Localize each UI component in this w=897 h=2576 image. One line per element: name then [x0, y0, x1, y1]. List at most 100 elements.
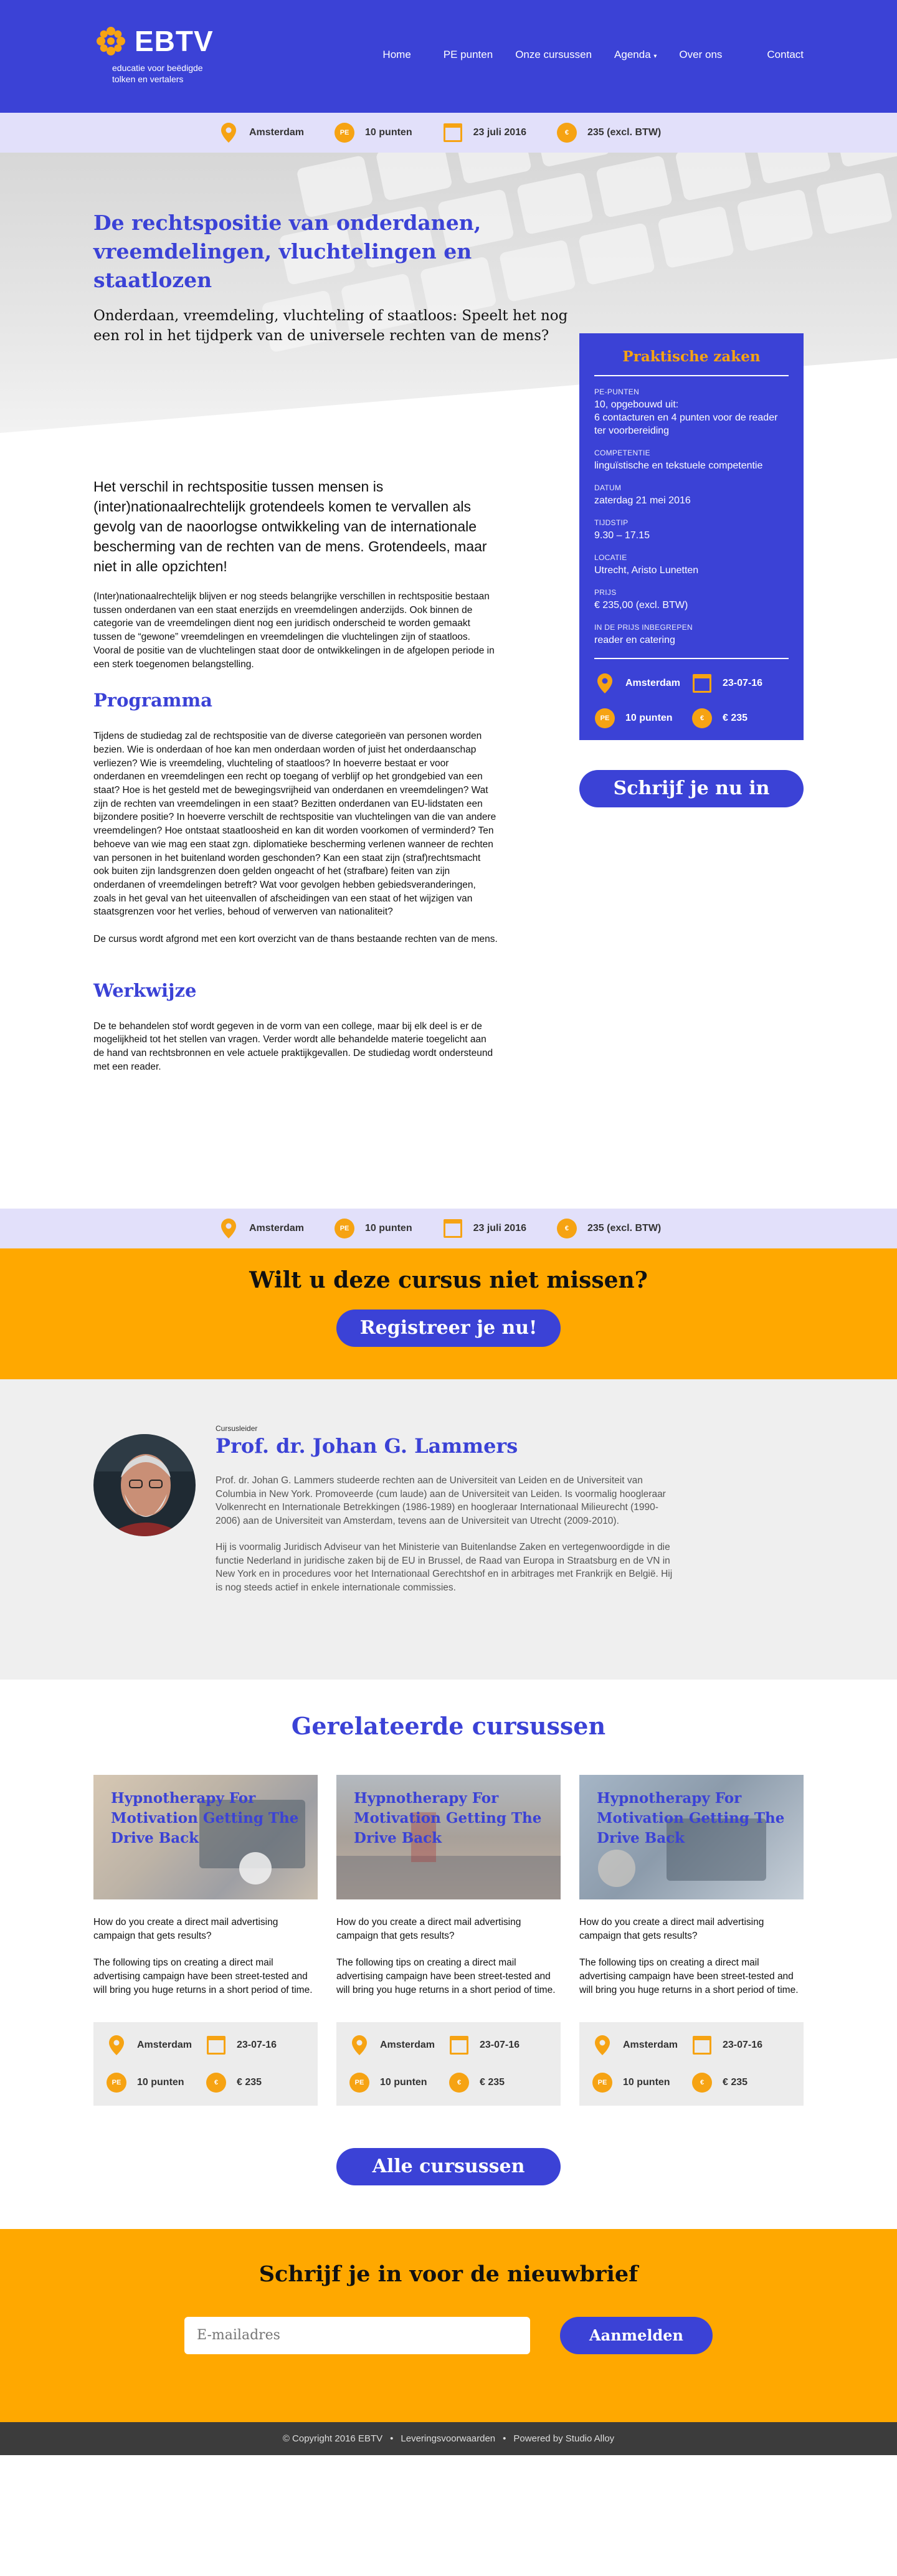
- calendar-icon: [448, 2035, 470, 2056]
- info-date: 23 juli 2016: [442, 1218, 526, 1239]
- card-points: PE 10 punten: [592, 2072, 691, 2093]
- info-location: Amsterdam: [218, 1218, 304, 1239]
- panel-label: Datum: [594, 483, 622, 492]
- card-location-text: Amsterdam: [137, 2039, 192, 2050]
- nav-pe-punten[interactable]: PE punten: [444, 49, 493, 61]
- card-points-text: 10 punten: [380, 2076, 427, 2088]
- calendar-icon: [691, 2035, 713, 2056]
- werkwijze-paragraph: De te behandelen stof wordt gegeven in d…: [93, 1020, 493, 1072]
- info-location-text: Amsterdam: [249, 1223, 305, 1233]
- register-button[interactable]: Registreer je nu!: [336, 1309, 561, 1347]
- copyright-text: © Copyright 2016 EBTV: [282, 2433, 383, 2444]
- map-pin-icon: [594, 673, 615, 694]
- panel-label: Competentie: [594, 449, 650, 457]
- nav-over-ons[interactable]: Over ons: [679, 49, 722, 61]
- info-location-text: Amsterdam: [249, 127, 305, 138]
- nav-agenda-label: Agenda: [614, 49, 651, 60]
- course-card-title[interactable]: Hypnotherapy For Motivation Getting The …: [111, 1789, 305, 1848]
- panel-location-text: Amsterdam: [625, 678, 681, 688]
- pe-badge-icon: PE: [106, 2072, 127, 2093]
- related-title: Gerelateerde cursussen: [291, 1712, 606, 1740]
- card-date-text: 23-07-16: [723, 2039, 763, 2050]
- card-price-text: € 235: [723, 2076, 748, 2088]
- card-points: PE 10 punten: [106, 2072, 206, 2093]
- calendar-icon: [691, 673, 713, 694]
- map-pin-icon: [106, 2035, 127, 2056]
- card-date: 23-07-16: [206, 2035, 305, 2056]
- powered-by-link[interactable]: Powered by Studio Alloy: [513, 2433, 614, 2444]
- all-courses-button[interactable]: Alle cursussen: [336, 2147, 561, 2185]
- logo-flower-icon: [97, 27, 125, 55]
- info-points-text: 10 punten: [365, 1223, 412, 1233]
- pe-badge-icon: PE: [592, 2072, 613, 2093]
- course-card[interactable]: Hypnotherapy For Motivation Getting The …: [336, 1775, 561, 2106]
- subscribe-button[interactable]: Aanmelden: [560, 2316, 713, 2354]
- panel-price: € € 235: [691, 708, 789, 729]
- course-card-text-2: The following tips on creating a direct …: [336, 1957, 556, 1995]
- newsletter-form: Aanmelden: [0, 2316, 897, 2354]
- panel-label: PE-punten: [594, 387, 640, 396]
- info-date-text: 23 juli 2016: [473, 127, 526, 138]
- card-points-text: 10 punten: [137, 2076, 184, 2088]
- course-card-title[interactable]: Hypnotherapy For Motivation Getting The …: [354, 1789, 548, 1848]
- card-points-text: 10 punten: [623, 2076, 670, 2088]
- course-card-title[interactable]: Hypnotherapy For Motivation Getting The …: [597, 1789, 791, 1848]
- card-price: € € 235: [448, 2072, 548, 2093]
- info-date: 23 juli 2016: [442, 122, 526, 143]
- terms-link[interactable]: Leveringsvoorwaarden: [401, 2433, 495, 2444]
- euro-badge-icon: €: [556, 1218, 577, 1239]
- panel-value: 9.30 – 17.15: [594, 530, 650, 541]
- werkwijze-heading: Werkwijze: [93, 979, 197, 1001]
- site-header: EBTV educatie voor beëdigde tolken en ve…: [0, 0, 897, 113]
- panel-value: reader en catering: [594, 635, 675, 645]
- panel-row-pe: PE-punten 10, opgebouwd uit: 6 contacture…: [594, 387, 789, 437]
- leader-label: Cursusleider: [216, 1424, 258, 1433]
- course-card-image: Hypnotherapy For Motivation Getting The …: [336, 1775, 561, 1899]
- panel-value: linguïstische en tekstuele competentie: [594, 460, 763, 471]
- pe-badge-icon: PE: [334, 122, 355, 143]
- main-nav: Home PE punten Onze cursussen Agenda ▾ O…: [350, 49, 804, 61]
- intro-text-2: Vooral de positie van de vluchtelingen s…: [93, 645, 495, 670]
- info-price-text: 235 (excl. BTW): [587, 127, 662, 138]
- euro-badge-icon: €: [206, 2072, 227, 2093]
- info-price: € 235 (excl. BTW): [556, 122, 661, 143]
- nav-home[interactable]: Home: [382, 49, 411, 61]
- course-card[interactable]: Hypnotherapy For Motivation Getting The …: [579, 1775, 804, 2106]
- card-price-text: € 235: [237, 2076, 262, 2088]
- info-price-text: 235 (excl. BTW): [587, 1223, 662, 1233]
- panel-value: zaterdag 21 mei 2016: [594, 495, 691, 506]
- panel-label: Prijs: [594, 588, 617, 597]
- course-card-image: Hypnotherapy For Motivation Getting The …: [579, 1775, 804, 1899]
- practical-info-sidebar: Praktische zaken PE-punten 10, opgebouwd…: [579, 333, 804, 807]
- ebtv-logo[interactable]: EBTV educatie voor beëdigde tolken en ve…: [93, 24, 214, 85]
- card-location: Amsterdam: [106, 2035, 206, 2056]
- course-card-info: Amsterdam 23-07-16 PE 10 punten € € 235: [336, 2022, 561, 2106]
- card-price-text: € 235: [480, 2076, 505, 2088]
- course-card[interactable]: Hypnotherapy For Motivation Getting The …: [93, 1775, 318, 2106]
- course-description: Het verschil in rechtspositie tussen men…: [93, 433, 498, 1074]
- card-date: 23-07-16: [448, 2035, 548, 2056]
- panel-row-inbegrepen: In de prijs inbegrepen reader en caterin…: [594, 623, 789, 647]
- course-leader: Cursusleider Prof. dr. Johan G. Lammers …: [0, 1379, 897, 1680]
- enroll-button[interactable]: Schrijf je nu in: [579, 770, 804, 807]
- calendar-icon: [442, 1218, 463, 1239]
- map-pin-icon: [218, 122, 239, 143]
- nav-agenda[interactable]: Agenda ▾: [614, 49, 657, 61]
- cta-title: Wilt u deze cursus niet missen?: [249, 1267, 648, 1293]
- email-field[interactable]: [184, 2316, 530, 2354]
- nav-onze-cursussen[interactable]: Onze cursussen: [515, 49, 592, 61]
- euro-badge-icon: €: [691, 708, 713, 729]
- page-subtitle: Onderdaan, vreemdeling, vluchteling of s…: [93, 308, 568, 344]
- panel-summary: Amsterdam 23-07-16 PE 10 punten € € 235: [594, 659, 789, 729]
- course-info-bar-bottom: Amsterdam PE 10 punten 23 juli 2016 € 23…: [0, 1209, 897, 1248]
- card-price: € € 235: [206, 2072, 305, 2093]
- course-main: Het verschil in rechtspositie tussen men…: [0, 333, 897, 1209]
- footer-separator: •: [390, 2433, 394, 2444]
- panel-price-text: € 235: [723, 713, 748, 723]
- map-pin-icon: [218, 1218, 239, 1239]
- register-cta: Wilt u deze cursus niet missen? Registre…: [0, 1248, 897, 1379]
- panel-row-competentie: Competentie linguïstische en tekstuele c…: [594, 449, 789, 472]
- panel-label: In de prijs inbegrepen: [594, 623, 693, 632]
- nav-contact[interactable]: Contact: [767, 49, 804, 61]
- course-card-info: Amsterdam 23-07-16 PE 10 punten € € 235: [93, 2022, 318, 2106]
